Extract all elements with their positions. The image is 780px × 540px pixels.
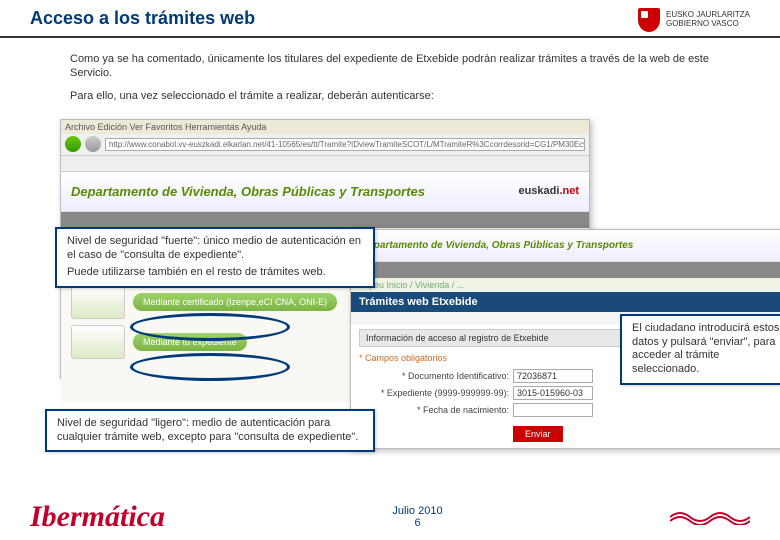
back-icon [65,136,81,152]
id-card-icon [71,285,125,319]
callout-strong-line2: Puede utilizarse también en el resto de … [67,266,363,280]
fecha-label: * Fecha de nacimiento: [359,405,509,415]
footer-date: Julio 2010 [392,505,442,517]
expediente-label: * Expediente (9999-999999-99): [359,388,509,398]
menubar: Archivo Edición Ver Favoritos Herramient… [61,120,589,134]
doc-id-input[interactable]: 72036871 [513,369,593,383]
auth-cert-button[interactable]: Mediante certificado (Izenpe,eCI CNA, ON… [133,293,337,311]
wave-icon [670,509,750,525]
doc-id-label: * Documento Identificativo: [359,371,509,381]
callout-strong-auth: Nivel de seguridad "fuerte": único medio… [55,227,375,288]
submit-button[interactable]: Enviar [513,426,563,442]
toolbar: http://www.conabol.vv-euszkadi.elkarlan.… [61,134,589,156]
dept-title-2: Departamento de Vivienda, Obras Públicas… [361,240,633,251]
highlight-oval-2 [130,353,290,381]
intro-p1: Como ya se ha comentado, únicamente los … [70,52,710,81]
page-number: 6 [392,517,442,529]
dept-title: Departamento de Vivienda, Obras Públicas… [71,184,425,199]
callout-strong-line1: Nivel de seguridad "fuerte": único medio… [67,235,363,263]
forward-icon [85,136,101,152]
highlight-oval-1 [130,313,290,341]
page-title: Acceso a los trámites web [30,8,255,29]
breadcrumb-2: es | eu Inicio / Vivienda / ... [351,278,780,292]
address-bar: http://www.conabol.vv-euszkadi.elkarlan.… [105,138,585,151]
fecha-input[interactable] [513,403,593,417]
id-card-icon [71,325,125,359]
expediente-input[interactable]: 3015-015960-03 [513,386,593,400]
gov-line2: GOBIERNO VASCO [666,20,750,29]
shield-icon [638,8,660,32]
callout-form-info: El ciudadano introducirá estos datos y p… [620,314,780,385]
callout-light-auth: Nivel de seguridad "ligero": medio de au… [45,409,375,453]
section-title: Trámites web Etxebide [351,292,780,312]
euskadi-logo: euskadi.net [518,185,579,197]
intro-p2: Para ello, una vez seleccionado el trámi… [70,89,710,103]
gov-logo: EUSKO JAURLARITZA GOBIERNO VASCO [638,8,750,32]
ibermatica-logo: Ibermática [30,500,165,534]
